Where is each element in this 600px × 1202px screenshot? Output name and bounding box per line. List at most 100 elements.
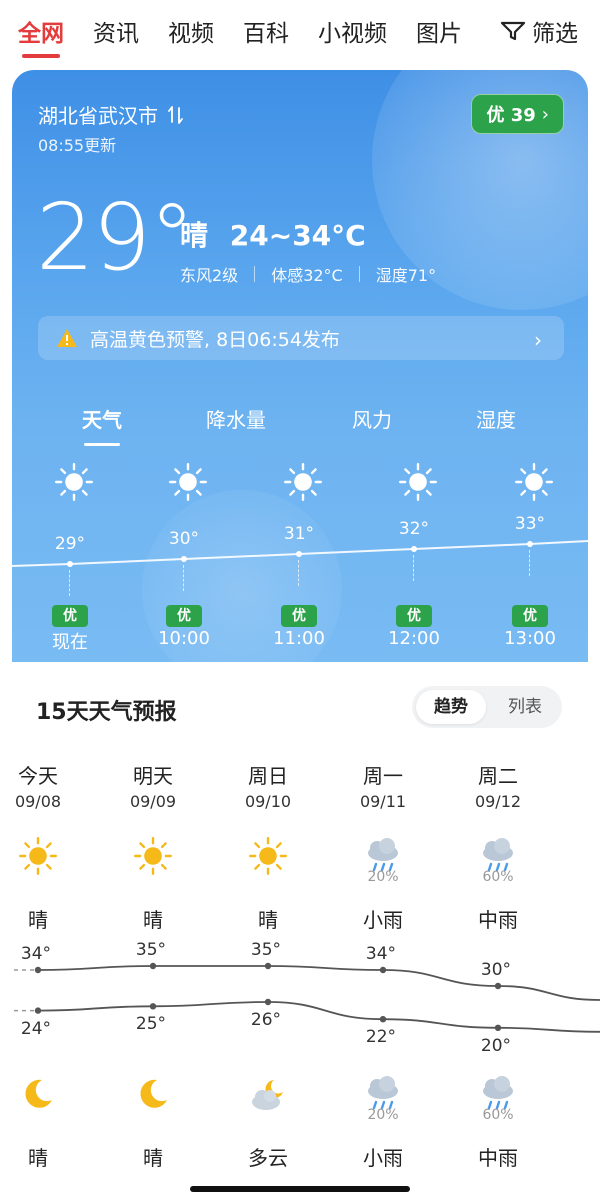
humidity: 湿度71°	[375, 266, 437, 285]
view-toggle: 趋势 列表	[412, 686, 562, 728]
nav-tab-video[interactable]: 视频	[168, 14, 214, 48]
day-high-temp: 35°	[250, 940, 282, 960]
day-precip-chance: 20%	[367, 869, 399, 885]
current-condition: 晴 24~34°C	[180, 214, 366, 254]
weather-card: 湖北省武汉市 08:55更新 优 39 › 29° 晴 24~34°C 东风2级 …	[12, 70, 588, 662]
wind: 东风2级	[180, 266, 239, 285]
condition-text: 晴	[180, 219, 209, 252]
view-trend[interactable]: 趋势	[416, 690, 486, 724]
moon-cloud-icon	[248, 1074, 288, 1114]
nav-tab-all[interactable]: 全网	[18, 14, 64, 58]
day-high-temp: 34°	[20, 944, 52, 964]
aqi-label: 优 39	[486, 105, 536, 126]
sun-icon	[54, 462, 94, 506]
location[interactable]: 湖北省武汉市	[38, 100, 184, 129]
moon-icon	[133, 1074, 173, 1114]
weather-details: 东风2级 体感32°C 湿度71°	[180, 262, 436, 286]
nav-tab-short-video[interactable]: 小视频	[318, 14, 387, 48]
night-condition: 小雨	[363, 1146, 403, 1170]
filter-button[interactable]: 筛选	[500, 14, 578, 48]
current-temp: 29°	[36, 184, 195, 291]
hourly-time: 10:00	[158, 628, 210, 649]
tab-wind[interactable]: 风力	[352, 404, 392, 433]
low-temp-line-point	[379, 1016, 387, 1023]
high-temp-line-point	[149, 962, 157, 970]
hourly-dash	[69, 570, 70, 596]
hourly-time: 12:00	[388, 628, 440, 649]
moon-icon	[18, 1074, 58, 1114]
hourly-time: 现在	[52, 632, 88, 653]
warning-icon	[57, 329, 77, 347]
high-temp-line-point	[34, 966, 42, 974]
home-indicator	[190, 1186, 410, 1192]
hourly-time: 11:00	[273, 628, 325, 649]
hourly-aqi-badge: 优	[512, 605, 548, 627]
day-precip-chance: 60%	[482, 869, 514, 885]
night-condition: 晴	[143, 1146, 163, 1170]
location-arrows-icon	[168, 106, 184, 124]
feels-like: 体感32°C	[271, 266, 343, 285]
hourly-temp-point	[67, 561, 73, 567]
nav-tab-baike[interactable]: 百科	[243, 14, 289, 48]
sun-icon	[514, 462, 554, 506]
forecast-title: 15天天气预报	[36, 700, 177, 725]
weather-tabs: 天气 降水量 风力 湿度	[12, 400, 588, 450]
day-condition: 晴	[143, 908, 163, 932]
day-low-temp: 20°	[480, 1035, 512, 1056]
hourly-dash	[183, 565, 184, 591]
day-name: 今天	[18, 764, 58, 788]
night-precip-chance: 20%	[367, 1107, 399, 1123]
chevron-right-icon: ›	[541, 103, 549, 125]
filter-label: 筛选	[532, 21, 578, 47]
high-temp-line-point	[494, 982, 502, 990]
sun-icon	[168, 462, 208, 506]
hourly-aqi-badge: 优	[166, 605, 202, 627]
divider	[358, 266, 360, 282]
hourly-dash	[298, 560, 299, 586]
temp-range: 24~34°C	[229, 219, 366, 252]
low-temp-line-point	[494, 1024, 502, 1032]
filter-icon	[500, 21, 526, 41]
hourly-aqi-badge: 优	[396, 605, 432, 627]
location-name: 湖北省武汉市	[38, 104, 158, 128]
low-temp-line-point	[149, 1003, 157, 1010]
view-list[interactable]: 列表	[490, 690, 560, 724]
tab-weather[interactable]: 天气	[82, 404, 122, 433]
hourly-dash	[529, 550, 530, 576]
day-name: 周一	[363, 764, 403, 788]
day-date: 09/12	[474, 792, 522, 811]
hourly-temp: 33°	[514, 514, 546, 534]
hourly-aqi-badge: 优	[281, 605, 317, 627]
day-date: 09/08	[14, 792, 62, 811]
day-condition: 小雨	[363, 908, 403, 932]
day-condition: 晴	[258, 908, 278, 932]
day-high-temp: 34°	[365, 944, 397, 964]
hourly-aqi-badge: 优	[52, 605, 88, 627]
weather-alert[interactable]: 高温黄色预警, 8日06:54发布 ›	[38, 316, 564, 360]
day-low-temp: 25°	[135, 1014, 167, 1035]
aqi-badge[interactable]: 优 39 ›	[471, 94, 564, 134]
low-temp-line-point	[34, 1007, 42, 1014]
tab-underline	[84, 443, 120, 446]
tab-precipitation[interactable]: 降水量	[206, 404, 266, 433]
day-name: 周二	[478, 764, 518, 788]
hourly-temp: 32°	[398, 519, 430, 539]
night-condition: 多云	[248, 1146, 288, 1170]
sun-icon	[283, 462, 323, 506]
hourly-temp: 30°	[168, 529, 200, 549]
day-high-temp: 35°	[135, 940, 167, 960]
day-name: 周日	[248, 764, 288, 788]
tab-humidity[interactable]: 湿度	[476, 404, 516, 433]
hourly-temp-point	[527, 541, 533, 547]
chevron-right-icon: ›	[534, 328, 542, 352]
high-temp-line-point	[379, 966, 387, 974]
day-date: 09/11	[359, 792, 407, 811]
night-condition: 晴	[28, 1146, 48, 1170]
sun-icon	[398, 462, 438, 506]
hourly-time: 13:00	[504, 628, 556, 649]
nav-tab-news[interactable]: 资讯	[93, 14, 139, 48]
alert-text: 高温黄色预警, 8日06:54发布	[90, 328, 340, 351]
nav-tab-images[interactable]: 图片	[416, 14, 462, 48]
day-high-temp: 30°	[480, 960, 512, 980]
day-date: 09/09	[129, 792, 177, 811]
